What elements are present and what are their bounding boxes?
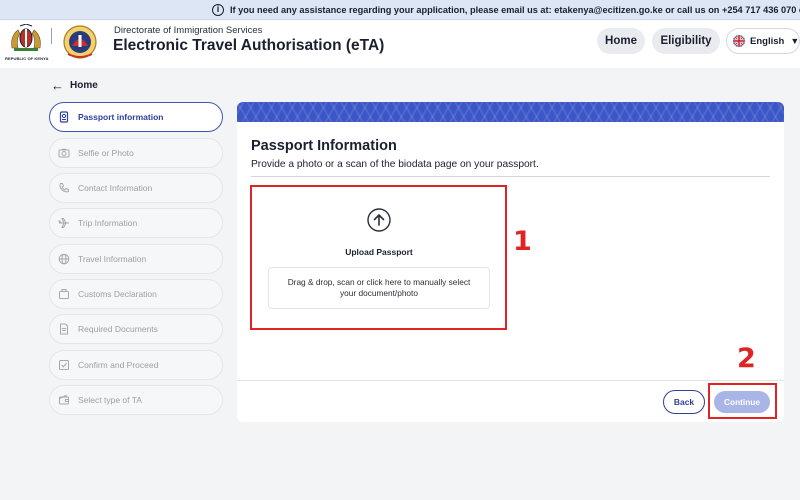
immigration-seal-logo [63, 25, 97, 59]
annotation-box-1 [250, 185, 507, 330]
back-home-link[interactable]: ← Home [51, 79, 98, 92]
info-banner: i If you need any assistance regarding y… [0, 0, 800, 20]
sidebar-item-label: Required Documents [78, 324, 158, 334]
plane-icon [58, 217, 70, 229]
document-icon [58, 323, 70, 335]
section-divider [251, 176, 770, 177]
chevron-down-icon: ▼ [790, 36, 800, 46]
passport-icon [58, 111, 70, 123]
sidebar-item-required-documents[interactable]: Required Documents [49, 314, 223, 344]
checkbox-icon [58, 359, 70, 371]
info-icon: i [212, 3, 224, 16]
eligibility-button[interactable]: Eligibility [652, 28, 720, 54]
annotation-box-2 [708, 383, 777, 419]
sidebar-item-customs-declaration[interactable]: Customs Declaration [49, 279, 223, 309]
footer-divider [237, 380, 784, 381]
card-header-pattern [237, 102, 784, 122]
sidebar-item-trip-information[interactable]: Trip Information [49, 208, 223, 238]
sidebar-item-label: Select type of TA [78, 395, 142, 405]
sidebar-item-label: Customs Declaration [78, 289, 157, 299]
back-button[interactable]: Back [663, 390, 705, 414]
coat-of-arms-logo [11, 24, 41, 51]
annotation-number-2: 2 [737, 343, 756, 374]
phone-icon [58, 182, 70, 194]
banner-text: If you need any assistance regarding you… [230, 4, 800, 15]
coat-of-arms-caption: REPUBLIC OF KENYA [5, 56, 49, 61]
suitcase-icon [58, 288, 70, 300]
globe-icon [58, 253, 70, 265]
sidebar-item-label: Travel Information [78, 254, 147, 264]
uk-flag-icon [733, 35, 745, 47]
back-home-label: Home [70, 80, 98, 91]
sidebar-item-label: Confirm and Proceed [78, 360, 159, 370]
sidebar-item-label: Selfie or Photo [78, 148, 134, 158]
header-divider [51, 28, 52, 44]
sidebar-item-label: Trip Information [78, 218, 138, 228]
sidebar-item-contact-information[interactable]: Contact Information [49, 173, 223, 203]
sidebar-item-label: Passport information [78, 112, 164, 122]
sidebar-item-confirm-and-proceed[interactable]: Confirm and Proceed [49, 350, 223, 380]
page-subtitle: Provide a photo or a scan of the biodata… [251, 159, 539, 170]
home-button[interactable]: Home [597, 28, 645, 54]
camera-icon [58, 147, 70, 159]
sidebar-item-passport-information[interactable]: Passport information [49, 102, 223, 132]
wallet-icon [58, 394, 70, 406]
agency-name: Directorate of Immigration Services [114, 25, 263, 36]
language-selector[interactable]: English ▼ [726, 28, 800, 54]
sidebar-item-label: Contact Information [78, 183, 153, 193]
sidebar-item-travel-information[interactable]: Travel Information [49, 244, 223, 274]
language-label: English [750, 35, 785, 47]
sidebar-item-select-type-of-ta[interactable]: Select type of TA [49, 385, 223, 415]
sidebar-item-selfie-or-photo[interactable]: Selfie or Photo [49, 138, 223, 168]
arrow-left-icon: ← [51, 78, 64, 93]
annotation-number-1: 1 [513, 226, 532, 257]
page-title: Passport Information [251, 138, 397, 154]
app-title: Electronic Travel Authorisation (eTA) [113, 37, 385, 54]
